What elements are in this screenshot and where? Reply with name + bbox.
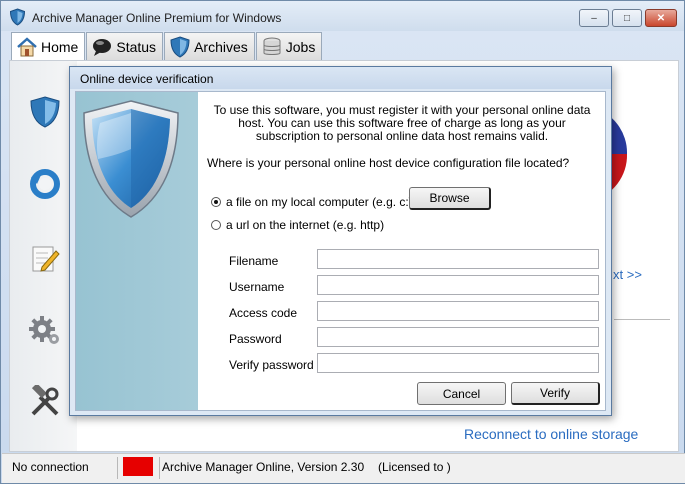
dialog-question: Where is your personal online host devic… — [207, 156, 570, 170]
window-title: Archive Manager Online Premium for Windo… — [32, 11, 282, 25]
tools-icon[interactable] — [28, 385, 62, 419]
maximize-icon: □ — [623, 12, 631, 24]
next-link[interactable]: xt >> — [613, 267, 642, 282]
browse-button[interactable]: Browse — [409, 187, 491, 210]
verification-dialog: Online device verification To use this s… — [69, 66, 612, 416]
dialog-body: To use this software, you must register … — [75, 91, 606, 411]
radio-url[interactable] — [211, 220, 221, 230]
minimize-button[interactable]: ‒ — [579, 9, 609, 27]
divider — [614, 319, 670, 320]
filename-field[interactable] — [317, 249, 599, 269]
filename-label: Filename — [229, 254, 279, 268]
shield-icon[interactable] — [28, 95, 62, 129]
dialog-title: Online device verification — [70, 67, 611, 89]
tab-status[interactable]: Status — [86, 32, 164, 60]
tab-jobs[interactable]: Jobs — [255, 32, 323, 60]
password-field[interactable] — [317, 327, 599, 347]
verify-button-label: Verify — [539, 386, 570, 400]
verify-password-label: Verify password — [229, 358, 314, 372]
home-icon — [17, 37, 37, 57]
refresh-icon[interactable] — [28, 167, 62, 201]
shield-icon — [83, 100, 179, 218]
gear-icon[interactable] — [28, 313, 62, 347]
cancel-button-label: Cancel — [442, 386, 481, 401]
tab-jobs-label: Jobs — [285, 38, 316, 55]
tab-archives-label: Archives — [194, 38, 248, 55]
cancel-button[interactable]: Cancel — [417, 382, 506, 405]
radio-url-label[interactable]: a url on the internet (e.g. http) — [226, 218, 384, 232]
access-code-label: Access code — [229, 306, 298, 320]
shield-icon — [170, 35, 190, 58]
username-label: Username — [229, 280, 285, 294]
license-status: (Licensed to ) — [378, 460, 451, 474]
tab-home[interactable]: Home — [11, 32, 86, 61]
access-code-field[interactable] — [317, 301, 599, 321]
tab-archives[interactable]: Archives — [164, 32, 255, 60]
maximize-button[interactable]: □ — [612, 9, 642, 27]
dialog-side-panel — [76, 92, 198, 410]
shield-icon — [9, 8, 26, 26]
radio-local-file-label[interactable]: a file on my local computer (e.g. c:\) — [226, 195, 416, 209]
close-button[interactable]: ✕ — [645, 9, 677, 27]
app-version: Archive Manager Online, Version 2.30 — [162, 460, 365, 474]
browse-button-label: Browse — [429, 191, 470, 205]
verify-password-field[interactable] — [317, 353, 599, 373]
dialog-intro-text: To use this software, you must register … — [213, 103, 591, 143]
password-label: Password — [229, 332, 282, 346]
edit-icon[interactable] — [28, 241, 62, 275]
connection-status: No connection — [12, 460, 89, 474]
verify-button[interactable]: Verify — [511, 382, 600, 405]
title-bar: Archive Manager Online Premium for Windo… — [1, 1, 684, 31]
username-field[interactable] — [317, 275, 599, 295]
sidebar — [10, 61, 77, 451]
minimize-icon: ‒ — [591, 12, 597, 24]
status-bar: No connection Archive Manager Online, Ve… — [2, 453, 685, 483]
tab-home-label: Home — [41, 39, 79, 55]
radio-local-file[interactable] — [211, 197, 221, 207]
divider — [159, 457, 160, 479]
status-bubble-icon — [93, 38, 112, 56]
divider — [117, 457, 118, 479]
close-icon: ✕ — [656, 12, 666, 24]
reconnect-link[interactable]: Reconnect to online storage — [464, 426, 638, 442]
tab-status-label: Status — [116, 38, 157, 55]
main-tabs: Home Status Archives Jobs — [11, 32, 323, 61]
connection-indicator — [123, 457, 153, 476]
database-icon — [263, 37, 281, 55]
